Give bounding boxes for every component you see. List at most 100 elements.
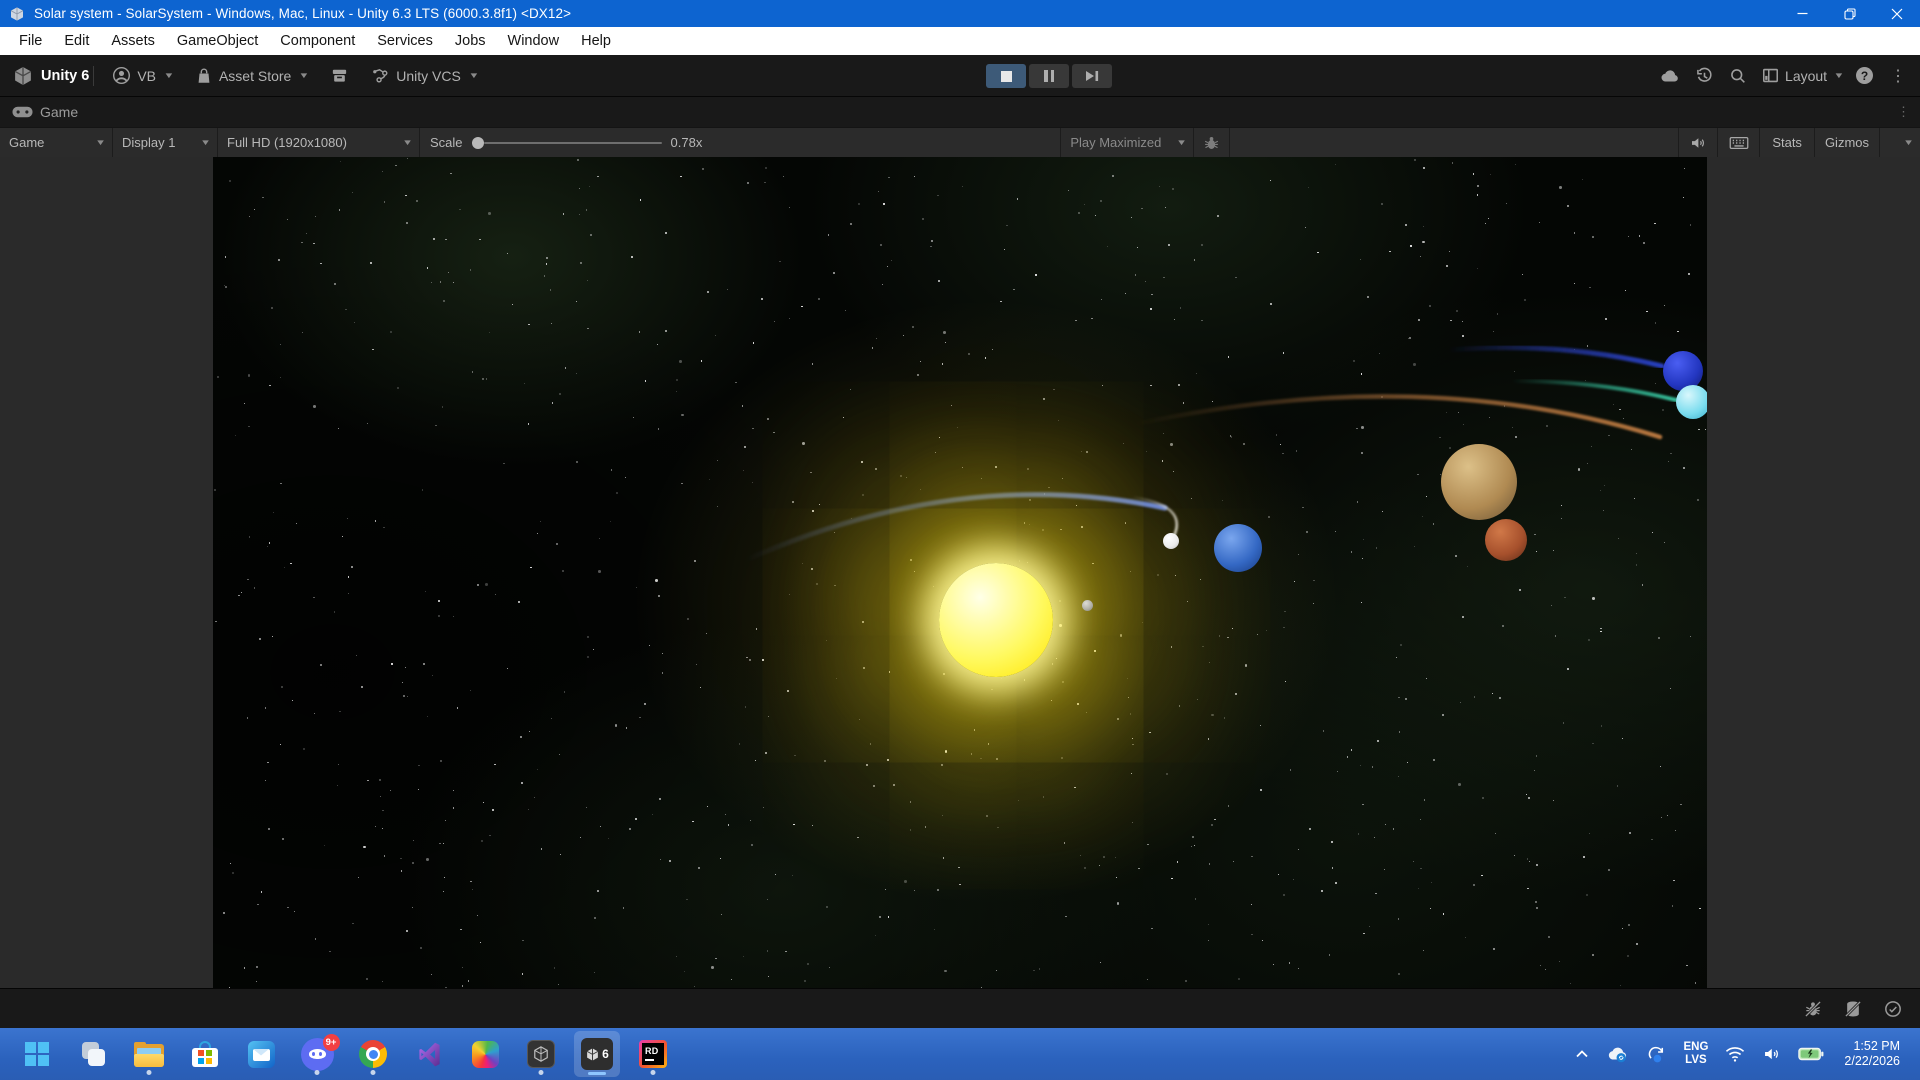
vcs-branch-icon (371, 66, 390, 85)
planet-red (1485, 519, 1527, 561)
tray-overflow-chevron[interactable] (1569, 1034, 1595, 1074)
tray-battery[interactable] (1792, 1034, 1830, 1074)
taskbar-task-view[interactable] (70, 1031, 116, 1077)
planet-white (1163, 533, 1179, 549)
trail-navy (1448, 348, 1662, 366)
planet-cyan (1676, 385, 1707, 419)
layout-dropdown[interactable]: Layout▼ (1761, 66, 1843, 85)
language-code: ENG (1683, 1041, 1708, 1054)
help-button[interactable]: ? (1856, 67, 1873, 84)
stats-toggle[interactable]: Stats (1760, 128, 1815, 157)
minimize-button[interactable] (1779, 0, 1826, 27)
discord-notification-badge: 9+ (323, 1034, 340, 1051)
view-target-dropdown[interactable]: Game▼ (0, 128, 113, 157)
step-button[interactable] (1072, 64, 1112, 88)
speaker-icon (1762, 1045, 1782, 1063)
tray-wifi[interactable] (1718, 1034, 1752, 1074)
account-icon (112, 66, 131, 85)
tab-options-menu[interactable]: ⋮ (1897, 104, 1910, 120)
play-controls (986, 64, 1112, 88)
mute-audio-toggle[interactable] (1678, 128, 1718, 157)
file-explorer-icon (134, 1042, 164, 1067)
tray-date: 2/22/2026 (1844, 1054, 1900, 1069)
menu-window[interactable]: Window (497, 27, 571, 55)
archive-icon (330, 66, 349, 85)
debug-toggle[interactable] (1194, 128, 1230, 157)
scale-slider[interactable] (472, 128, 662, 158)
keyboard-layout-code: LVS (1685, 1054, 1707, 1067)
unity-vcs-dropdown[interactable]: Unity VCS▼ (371, 66, 478, 85)
taskbar-adobe-cc[interactable] (462, 1031, 508, 1077)
speaker-icon (1689, 134, 1707, 152)
tray-volume[interactable] (1756, 1034, 1788, 1074)
taskbar-start-button[interactable] (14, 1031, 60, 1077)
orbit-trails (213, 157, 1707, 988)
toolbar-divider (93, 66, 94, 86)
resolution-dropdown[interactable]: Full HD (1920x1080)▼ (218, 128, 420, 157)
microsoft-store-icon (192, 1041, 218, 1068)
tray-language-switcher[interactable]: ENG LVS (1677, 1034, 1714, 1074)
close-button[interactable] (1873, 0, 1920, 27)
windows-logo-icon (25, 1042, 49, 1066)
display-dropdown[interactable]: Display 1▼ (113, 128, 218, 157)
rider-icon: RD (639, 1040, 667, 1068)
menu-assets[interactable]: Assets (100, 27, 166, 55)
view-tab-row: Game ⋮ (0, 97, 1920, 127)
stop-button[interactable] (986, 64, 1026, 88)
taskbar-microsoft-store[interactable] (182, 1031, 228, 1077)
status-bar (0, 988, 1920, 1028)
taskbar-chrome[interactable] (350, 1031, 396, 1077)
discord-icon: 9+ (301, 1038, 334, 1071)
toolbar-overflow-menu[interactable]: ⋮ (1886, 66, 1910, 86)
gizmos-dropdown[interactable]: ▼ (1880, 128, 1920, 157)
taskbar-visual-studio[interactable] (406, 1031, 452, 1077)
planet-tan-giant (1441, 444, 1517, 520)
game-viewport[interactable] (213, 157, 1707, 988)
menu-help[interactable]: Help (570, 27, 622, 55)
sync-icon (1645, 1044, 1667, 1064)
planet-blue (1214, 524, 1262, 572)
cloud-button[interactable] (1659, 65, 1681, 87)
unity-cube-logo-icon (12, 65, 34, 87)
menu-gameobject[interactable]: GameObject (166, 27, 269, 55)
gizmos-toggle[interactable]: Gizmos (1815, 128, 1880, 157)
menu-jobs[interactable]: Jobs (444, 27, 497, 55)
visual-studio-icon (416, 1041, 443, 1068)
planet-gray (1082, 600, 1093, 611)
taskbar-unity-hub[interactable] (518, 1031, 564, 1077)
scale-slider-knob[interactable] (472, 137, 484, 149)
stop-icon (1001, 71, 1012, 82)
tray-update-sync[interactable] (1639, 1034, 1673, 1074)
screenshot-toggle[interactable] (1718, 128, 1760, 157)
product-name: Unity 6 (41, 68, 89, 84)
taskbar-file-explorer[interactable] (126, 1031, 172, 1077)
tab-game[interactable]: Game (0, 97, 94, 127)
menu-component[interactable]: Component (269, 27, 366, 55)
asset-store-dropdown[interactable]: Asset Store▼ (195, 67, 308, 85)
adobe-cc-icon (472, 1041, 499, 1068)
trail-teal (1512, 381, 1676, 400)
menu-file[interactable]: File (8, 27, 53, 55)
taskbar-discord[interactable]: 9+ (294, 1031, 340, 1077)
archive-button[interactable] (330, 66, 349, 85)
undo-history-button[interactable] (1694, 65, 1715, 86)
account-dropdown[interactable]: VB▼ (112, 66, 173, 85)
cache-server-disconnected-icon[interactable] (1840, 996, 1866, 1022)
play-mode-dropdown[interactable]: Play Maximized▼ (1060, 128, 1194, 157)
tray-clock[interactable]: 1:52 PM 2/22/2026 (1838, 1034, 1906, 1074)
menu-edit[interactable]: Edit (53, 27, 100, 55)
keyboard-icon (1729, 135, 1749, 151)
menu-bar: File Edit Assets GameObject Component Se… (0, 27, 1920, 55)
restore-button[interactable] (1826, 0, 1873, 27)
taskbar-outlook[interactable] (238, 1031, 284, 1077)
pause-button[interactable] (1029, 64, 1069, 88)
search-button[interactable] (1728, 66, 1748, 86)
menu-services[interactable]: Services (366, 27, 444, 55)
debugger-detached-icon[interactable] (1800, 996, 1826, 1022)
tray-onedrive[interactable] (1599, 1034, 1635, 1074)
background-tasks-icon[interactable] (1880, 996, 1906, 1022)
taskbar-rider[interactable]: RD (630, 1031, 676, 1077)
game-view-panel (0, 157, 1920, 988)
taskbar-unity-editor[interactable]: 6 (574, 1031, 620, 1077)
layout-icon (1761, 66, 1780, 85)
